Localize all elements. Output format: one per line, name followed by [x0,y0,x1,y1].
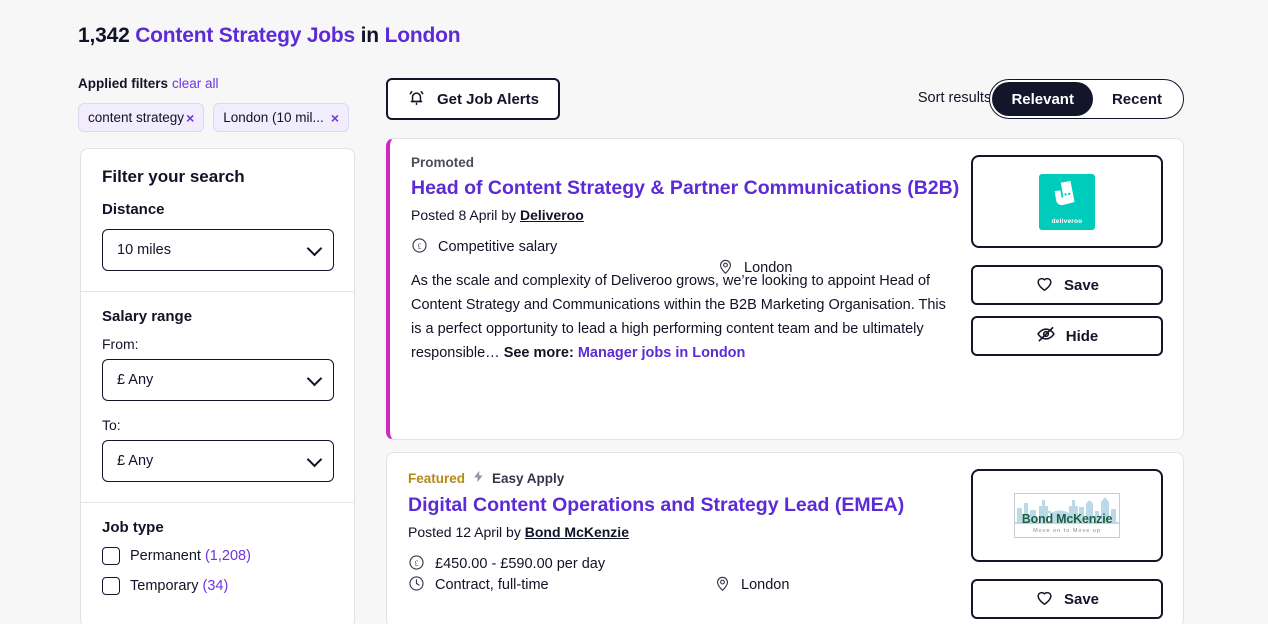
checkbox-icon[interactable] [102,547,120,565]
company-logo-bond-mckenzie[interactable]: Bond McKenzie Move on to Move up [971,469,1163,562]
hide-label: Hide [1065,327,1099,345]
bond-mckenzie-tagline: Move on to Move up [1033,528,1101,534]
close-icon[interactable]: × [331,110,339,126]
distance-label: Distance [102,201,165,218]
chevron-down-icon [306,370,323,387]
job-type-option-permanent[interactable]: Permanent (1,208) [102,547,334,565]
salary-to-label: To: [102,417,121,433]
distance-select[interactable]: 10 miles [102,229,334,271]
salary-from-value: £ Any [117,372,154,388]
applied-filters-text: Applied filters [78,76,169,91]
salary-to-value: £ Any [117,453,154,469]
applied-filters: Applied filters clear all content strateg… [78,76,378,132]
job-kind-link[interactable]: Content Strategy Jobs [135,24,355,47]
chevron-down-icon [306,451,323,468]
job-type-label: Permanent (1,208) [130,548,251,564]
page-title: 1,342 Content Strategy Jobs in London [78,24,461,48]
job-location: London [717,258,792,279]
company-link[interactable]: Deliveroo [520,207,584,223]
job-search-page: 1,342 Content Strategy Jobs in London Ap… [0,0,1268,624]
job-location-text: London [744,260,793,277]
job-card-promoted[interactable]: Promoted Head of Content Strategy & Part… [386,138,1184,440]
easy-apply-label: Easy Apply [492,470,565,486]
job-type-count: (34) [202,578,229,594]
get-job-alerts-label: Get Job Alerts [437,90,539,108]
featured-badge: Featured [408,470,466,486]
job-type-count: (1,208) [204,548,251,564]
pound-circle-icon: £ [408,554,425,575]
salary-from-label: From: [102,336,139,352]
job-type-section: Job type Permanent (1,208) Temporary (34… [81,502,354,624]
company-link[interactable]: Bond McKenzie [525,524,629,540]
save-button[interactable]: Save [971,265,1163,305]
in-word: in [360,24,379,47]
filter-chip-london[interactable]: London (10 mil... × [213,103,349,132]
job-salary-text: Competitive salary [438,239,558,256]
save-button[interactable]: Save [971,579,1163,619]
kangaroo-icon [1054,180,1075,205]
bond-mckenzie-logo: Bond McKenzie Move on to Move up [1014,493,1120,538]
bond-mckenzie-name: Bond McKenzie [1021,512,1113,526]
hide-button[interactable]: Hide [971,316,1163,356]
save-label: Save [1063,276,1100,294]
deliveroo-logo: deliveroo [1039,173,1095,230]
job-salary-text: £450.00 - £590.00 per day [435,556,606,573]
map-pin-icon [714,575,731,596]
sidebar-heading: Filter your search [102,167,245,186]
filter-chip-label: content strategy [88,110,185,125]
distance-value: 10 miles [117,242,171,258]
results-count: 1,342 [78,24,130,47]
salary-range-title: Salary range [102,308,193,325]
clear-all-link[interactable]: clear all [172,76,219,91]
job-type-text: Temporary [130,578,199,594]
filter-chip-label: London (10 mil... [223,110,324,125]
sort-option-recent[interactable]: Recent [1093,82,1181,116]
sort-option-relevant[interactable]: Relevant [992,82,1093,116]
posted-date: Posted 8 April by [411,206,520,223]
job-contract: Contract, full-time [408,575,549,596]
heart-icon [1035,588,1054,611]
filter-chip-content-strategy[interactable]: content strategy × [78,103,205,132]
sort-toggle: Relevant Recent [989,79,1184,119]
job-type-text: Permanent [130,548,201,564]
salary-to-select[interactable]: £ Any [102,440,334,482]
eye-off-icon [1036,324,1056,348]
filter-sidebar: Filter your search Distance 10 miles Sal… [80,148,355,624]
job-type-label: Temporary (34) [130,578,228,594]
close-icon[interactable]: × [186,110,194,126]
bell-icon [407,88,426,111]
job-title-link[interactable]: Head of Content Strategy & Partner Commu… [411,176,971,201]
see-more-label: See more: [503,344,574,361]
chevron-down-icon [306,240,323,257]
salary-range-section: Salary range From: £ Any To: £ Any [81,291,354,502]
company-logo-deliveroo[interactable]: deliveroo [971,155,1163,248]
lightning-bolt-icon [472,469,485,487]
get-job-alerts-button[interactable]: Get Job Alerts [386,78,560,120]
job-location: London [714,575,789,596]
pound-circle-icon: £ [411,237,428,258]
job-type-option-temporary[interactable]: Temporary (34) [102,577,334,595]
salary-from-select[interactable]: £ Any [102,359,334,401]
checkbox-icon[interactable] [102,577,120,595]
svg-text:£: £ [418,241,422,250]
location-link[interactable]: London [385,24,461,47]
svg-text:£: £ [415,558,419,567]
see-more-link[interactable]: Manager jobs in London [578,345,746,361]
posted-date: Posted 12 April by [408,523,525,540]
heart-icon [1035,274,1054,297]
job-location-text: London [741,577,790,594]
clock-icon [408,575,425,596]
job-contract-text: Contract, full-time [435,577,549,594]
job-description: As the scale and complexity of Deliveroo… [411,269,959,365]
map-pin-icon [717,258,734,279]
distance-section: Filter your search Distance 10 miles [81,149,354,291]
filter-chip-list: content strategy × London (10 mil... × [78,103,378,132]
job-card-featured[interactable]: Featured Easy Apply Digital Content Oper… [386,452,1184,624]
job-title-link[interactable]: Digital Content Operations and Strategy … [408,493,968,518]
save-label: Save [1063,590,1100,608]
applied-filters-label: Applied filters clear all [78,76,378,91]
deliveroo-wordmark: deliveroo [1051,217,1083,225]
job-type-title: Job type [102,519,164,536]
